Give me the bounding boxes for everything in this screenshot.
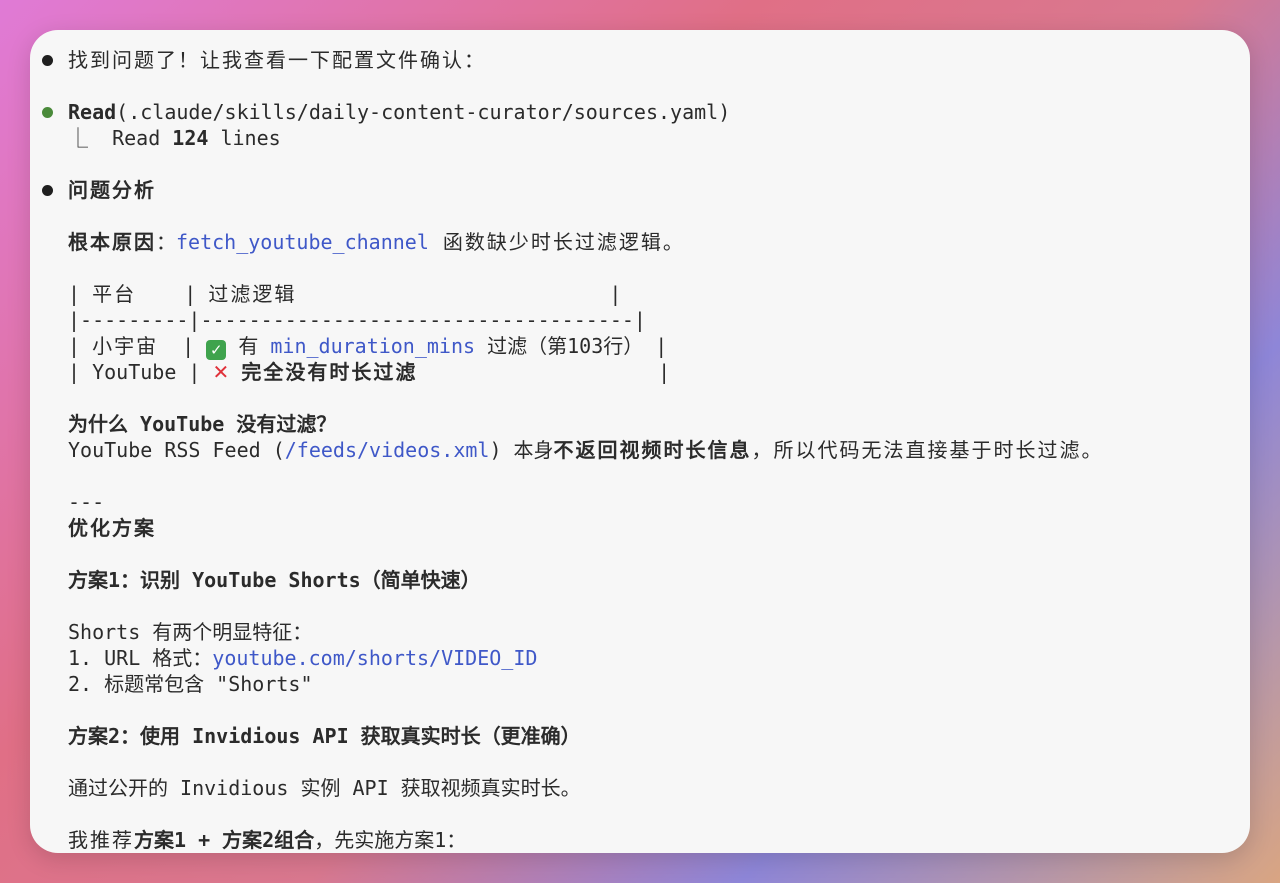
terminal-window: 找到问题了！让我查看一下配置文件确认： Read(.claude/skills/… xyxy=(30,30,1250,853)
tool-call-line: Read(.claude/skills/daily-content-curato… xyxy=(68,99,730,125)
message-bullet xyxy=(42,55,53,66)
table-header-row: | 平台 | 过滤逻辑 | xyxy=(68,282,622,306)
table-col-filter-header: 过滤逻辑 xyxy=(208,282,297,306)
table-cell-field: min_duration_mins xyxy=(270,334,476,358)
analysis-heading: 问题分析 xyxy=(68,178,156,202)
shorts-intro: Shorts 有两个明显特征： xyxy=(68,620,313,644)
table-cell-platform: YouTube xyxy=(92,360,177,384)
root-cause-text: 函数缺少时长过滤逻辑。 xyxy=(428,230,685,254)
why-pre: YouTube RSS Feed ( xyxy=(68,438,285,462)
cross-mark-icon: ✕ xyxy=(212,360,230,384)
root-cause-colon: ： xyxy=(156,230,176,254)
table-cell-has: 有 xyxy=(238,334,259,358)
why-bold: 不返回视频时长信息 xyxy=(553,438,752,462)
tool-name: Read xyxy=(68,100,117,124)
root-cause-line: 根本原因：fetch_youtube_channel 函数缺少时长过滤逻辑。 xyxy=(68,229,685,255)
recommend-pre: 我推荐 xyxy=(68,828,134,852)
table-row: | 小宇宙 | ✓ 有 min_duration_mins 过滤（第103行） … xyxy=(68,334,668,360)
plan2-text: 通过公开的 Invidious 实例 API 获取视频真实时长。 xyxy=(68,776,581,800)
check-mark-icon: ✓ xyxy=(206,340,227,360)
table-col-platform-header: 平台 xyxy=(92,282,137,306)
root-cause-function: fetch_youtube_channel xyxy=(176,230,429,254)
list-item: 2. 标题常包含 "Shorts" xyxy=(68,672,313,696)
table-cell-note: 完全没有时长过滤 xyxy=(241,360,418,384)
tool-success-bullet xyxy=(42,107,53,118)
plan1-heading: 方案1：识别 YouTube Shorts（简单快速） xyxy=(68,568,481,592)
tool-result-suffix: lines xyxy=(208,126,281,150)
list-item: 1. URL 格式：youtube.com/shorts/VIDEO_ID xyxy=(68,645,537,671)
why-text: YouTube RSS Feed (/feeds/videos.xml) 本身不… xyxy=(68,437,1104,463)
shorts-url-link: youtube.com/shorts/VIDEO_ID xyxy=(212,646,538,670)
recommend-bold: 方案1 + 方案2组合 xyxy=(134,828,315,852)
tool-result-prefix: ⎿ Read xyxy=(68,126,173,150)
root-cause-label: 根本原因 xyxy=(68,230,156,254)
recommend-post: ，先实施方案1： xyxy=(314,828,467,852)
why-mid: ) 本身 xyxy=(489,438,554,462)
optimize-heading: 优化方案 xyxy=(68,516,156,540)
divider: --- xyxy=(68,490,105,514)
recommendation-line: 我推荐方案1 + 方案2组合，先实施方案1： xyxy=(68,827,466,853)
intro-message: 找到问题了！让我查看一下配置文件确认： xyxy=(68,48,486,72)
message-bullet xyxy=(42,185,53,196)
why-post: ，所以代码无法直接基于时长过滤。 xyxy=(751,438,1104,462)
table-cell-note: 过滤（第103行） xyxy=(487,334,644,358)
table-separator: |---------|-----------------------------… xyxy=(68,308,646,332)
table-row: | YouTube | ✕ 完全没有时长过滤 | xyxy=(68,360,671,384)
tool-result-line: ⎿ Read 124 lines xyxy=(68,125,281,151)
tool-result-count: 124 xyxy=(172,126,209,150)
table-cell-platform: 小宇宙 xyxy=(92,334,159,358)
shorts-item1-pre: 1. URL 格式： xyxy=(68,646,213,670)
why-link: /feeds/videos.xml xyxy=(284,438,490,462)
plan2-heading: 方案2：使用 Invidious API 获取真实时长（更准确） xyxy=(68,724,581,748)
tool-arg: (.claude/skills/daily-content-curator/so… xyxy=(116,100,731,124)
why-heading: 为什么 YouTube 没有过滤？ xyxy=(68,412,337,436)
